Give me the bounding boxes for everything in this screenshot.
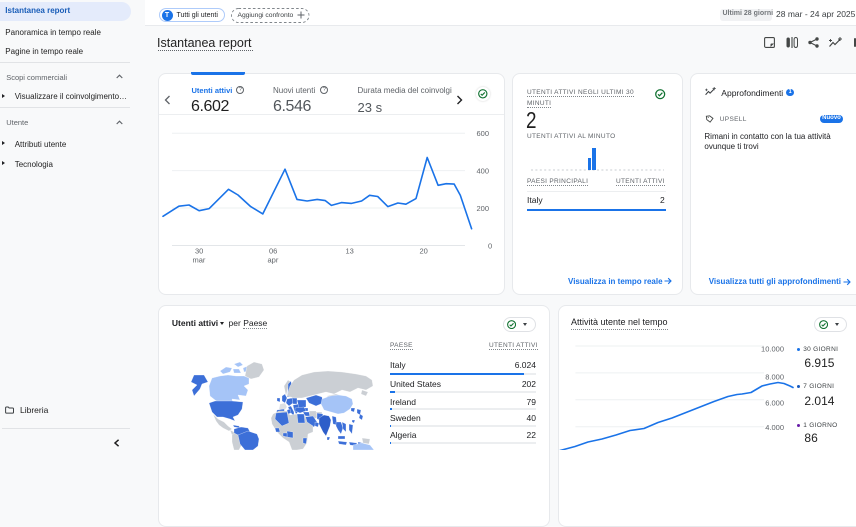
svg-text:06: 06 bbox=[269, 247, 277, 256]
svg-text:400: 400 bbox=[477, 166, 490, 175]
svg-text:8.000: 8.000 bbox=[765, 373, 784, 382]
svg-text:0: 0 bbox=[488, 241, 492, 250]
svg-text:13: 13 bbox=[346, 247, 354, 256]
svg-text:4.000: 4.000 bbox=[765, 423, 784, 432]
svg-text:200: 200 bbox=[477, 204, 490, 213]
svg-text:6.000: 6.000 bbox=[765, 398, 784, 407]
svg-text:mar: mar bbox=[193, 256, 206, 265]
svg-text:10.000: 10.000 bbox=[761, 345, 784, 354]
svg-text:20: 20 bbox=[420, 247, 428, 256]
svg-text:30: 30 bbox=[195, 247, 203, 256]
svg-text:600: 600 bbox=[477, 129, 490, 138]
svg-text:apr: apr bbox=[268, 256, 279, 265]
